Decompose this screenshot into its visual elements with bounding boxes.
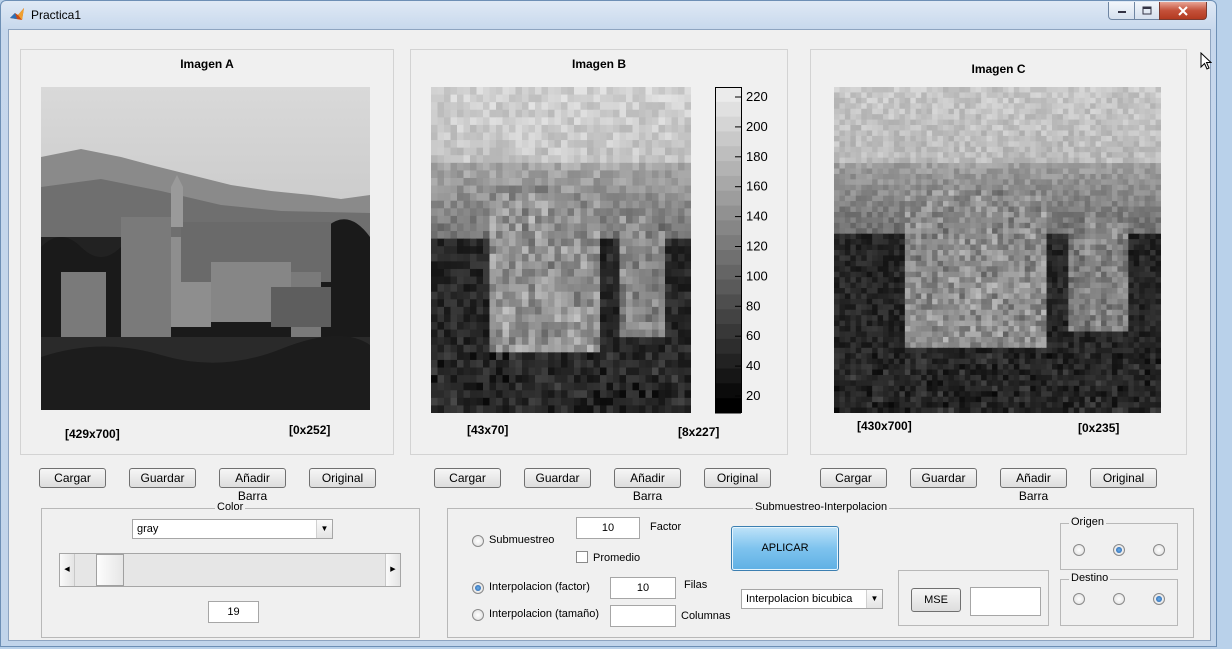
interpolacion-factor-radio[interactable] [472, 582, 484, 594]
image-b-range-label: [8x227] [678, 425, 720, 439]
submuestreo-group-label: Submuestreo-Interpolacion [753, 501, 890, 513]
submuestreo-label: Submuestreo [489, 534, 555, 546]
colorbar-tick-label: 120 [746, 239, 768, 254]
promedio-label: Promedio [593, 552, 641, 564]
image-a-axes [41, 87, 370, 410]
original-button-c[interactable]: Original [1090, 468, 1157, 488]
origen-group: Origen [1060, 516, 1178, 570]
image-a-size-label: [429x700] [65, 427, 120, 441]
colorbar-tick-label: 20 [746, 388, 760, 403]
destino-group: Destino [1060, 572, 1178, 626]
mse-button[interactable]: MSE [911, 588, 961, 612]
origen-radio-a[interactable] [1073, 544, 1085, 556]
guardar-button-b[interactable]: Guardar [524, 468, 591, 488]
origen-radio-c[interactable] [1153, 544, 1165, 556]
columnas-label: Columnas [681, 610, 731, 622]
filas-field[interactable]: 10 [610, 577, 676, 599]
interpolacion-factor-label: Interpolacion (factor) [489, 581, 590, 593]
image-b-axes [431, 87, 691, 413]
mse-value-field[interactable] [970, 587, 1041, 616]
slider-value-field[interactable]: 19 [208, 601, 259, 623]
panel-imagen-c: Imagen C [430x700] [0x235] [810, 49, 1187, 455]
filas-label: Filas [684, 579, 708, 591]
mse-panel: MSE [898, 570, 1049, 626]
window-title: Practica1 [31, 8, 82, 22]
origen-radio-b[interactable] [1113, 544, 1125, 556]
guardar-button-a[interactable]: Guardar [129, 468, 196, 488]
destino-radio-a[interactable] [1073, 593, 1085, 605]
image-c-axes [834, 87, 1161, 413]
colorbar-tick-label: 140 [746, 209, 768, 224]
image-c-size-label: [430x700] [857, 419, 912, 433]
colorbar-tick-label: 60 [746, 328, 760, 343]
chevron-down-icon: ▼ [316, 520, 332, 538]
colorbar-tick-label: 160 [746, 179, 768, 194]
colorbar-tick-label: 100 [746, 268, 768, 283]
colormap-selected-value: gray [137, 523, 159, 535]
panel-b-title: Imagen B [571, 57, 626, 71]
slider-thumb[interactable] [96, 554, 124, 586]
guardar-button-c[interactable]: Guardar [910, 468, 977, 488]
colorbar-tick-label: 80 [746, 298, 760, 313]
colorbar-tick-label: 40 [746, 358, 760, 373]
colorbar: 220 200 180 160 140 120 100 80 60 40 20 [715, 87, 768, 414]
colormap-slider[interactable]: ◀ ▶ [59, 553, 401, 587]
aplicar-button[interactable]: APLICAR [731, 526, 839, 571]
minimize-button[interactable] [1108, 2, 1135, 20]
minimize-icon [1117, 10, 1126, 13]
maximize-button[interactable] [1134, 2, 1160, 20]
image-a-range-label: [0x252] [289, 423, 331, 437]
image-b-size-label: [43x70] [467, 423, 509, 437]
interpolation-method-value: Interpolacion bicubica [746, 593, 853, 605]
close-icon [1178, 5, 1188, 16]
origen-label: Origen [1069, 516, 1107, 528]
image-c-range-label: [0x235] [1078, 421, 1120, 435]
maximize-icon [1142, 6, 1152, 15]
columnas-field[interactable] [610, 605, 676, 627]
anadir-barra-button-c[interactable]: Añadir Barra [1000, 468, 1067, 503]
matlab-figure-window: Practica1 Imagen A [429x700] [0x252] Ima… [0, 0, 1217, 647]
panel-imagen-b: Imagen B 220 200 180 160 140 120 100 80 60 40 20 [… [410, 49, 788, 455]
cargar-button-c[interactable]: Cargar [820, 468, 887, 488]
destino-label: Destino [1069, 572, 1111, 584]
anadir-barra-button-b[interactable]: Añadir Barra [614, 468, 681, 503]
anadir-barra-button-a[interactable]: Añadir Barra [219, 468, 286, 503]
slider-left-arrow-icon[interactable]: ◀ [60, 554, 75, 586]
matlab-logo-icon [10, 8, 24, 20]
cargar-button-a[interactable]: Cargar [39, 468, 106, 488]
color-group-label: Color [215, 501, 246, 513]
color-group: Color gray ▼ ◀ ▶ 19 [41, 501, 420, 638]
interpolacion-tamano-label: Interpolacion (tamaño) [489, 608, 600, 620]
promedio-checkbox[interactable] [576, 551, 588, 563]
colorbar-tick-label: 220 [746, 89, 768, 104]
cargar-button-b[interactable]: Cargar [434, 468, 501, 488]
colorbar-tick-label: 180 [746, 149, 768, 164]
title-bar: Practica1 [1, 1, 1216, 29]
panel-imagen-a: Imagen A [429x700] [0x252] [20, 49, 394, 455]
original-button-a[interactable]: Original [309, 468, 376, 488]
factor-label: Factor [650, 521, 682, 533]
mouse-cursor-icon [1200, 52, 1212, 70]
panel-a-title: Imagen A [180, 57, 234, 71]
close-button[interactable] [1159, 2, 1207, 20]
panel-c-title: Imagen C [971, 62, 1026, 76]
factor-field[interactable]: 10 [576, 517, 640, 539]
interpolation-method-select[interactable]: Interpolacion bicubica ▼ [741, 589, 883, 609]
interpolacion-tamano-radio[interactable] [472, 609, 484, 621]
chevron-down-icon: ▼ [866, 590, 882, 608]
figure-client-area: Imagen A [429x700] [0x252] Imagen B 220 … [8, 29, 1211, 641]
destino-radio-c[interactable] [1153, 593, 1165, 605]
submuestreo-radio[interactable] [472, 535, 484, 547]
slider-right-arrow-icon[interactable]: ▶ [385, 554, 400, 586]
colorbar-tick-label: 200 [746, 119, 768, 134]
colormap-select[interactable]: gray ▼ [132, 519, 333, 539]
original-button-b[interactable]: Original [704, 468, 771, 488]
destino-radio-b[interactable] [1113, 593, 1125, 605]
submuestreo-interpolacion-group: Submuestreo-Interpolacion Submuestreo 10… [447, 501, 1194, 638]
